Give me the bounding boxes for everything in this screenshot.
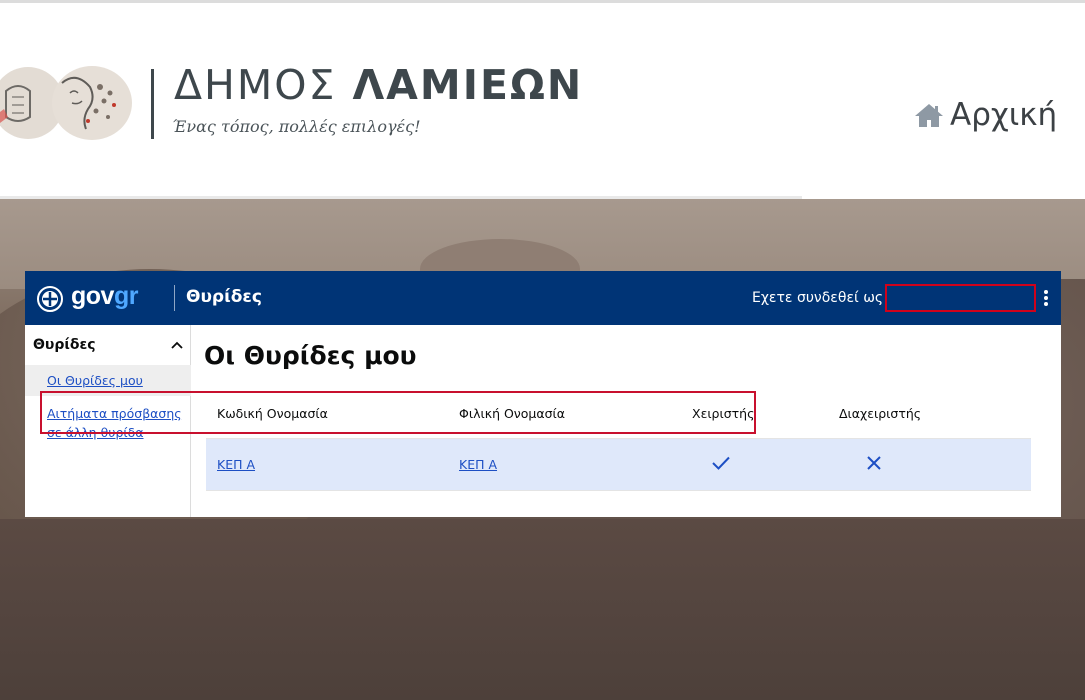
govgr-title-separator [174, 285, 175, 311]
row-highlight-annotation [40, 391, 756, 434]
friendly-name-link[interactable]: ΚΕΠ Α [459, 457, 497, 472]
cell-code-name: ΚΕΠ Α [217, 457, 255, 472]
govgr-logo-gov: gov [71, 282, 114, 310]
logged-in-label: Εχετε συνδεθεί ως [752, 290, 884, 306]
municipality-title-light: ΔΗΜΟΣ [174, 61, 337, 109]
cell-friendly-name: ΚΕΠ Α [459, 457, 497, 472]
home-label: Αρχική [950, 97, 1058, 133]
site-header: ΔΗΜΟΣ ΛΑΜΙΕΩΝ Ένας τόπος, πολλές επιλογέ… [0, 3, 1085, 199]
municipality-slogan: Ένας τόπος, πολλές επιλογές! [172, 117, 421, 136]
greek-coat-of-arms-icon [37, 286, 63, 312]
logged-in-user-field[interactable] [885, 284, 1036, 312]
govgr-mailbox-panel: govgr Θυρίδες Εχετε συνδεθεί ως Θυρίδες … [25, 271, 1061, 517]
municipality-title-bold: ΛΑΜΙΕΩΝ [352, 61, 584, 109]
govgr-logo-gr: gr [113, 282, 139, 310]
home-icon [915, 104, 943, 127]
check-icon [712, 456, 730, 470]
background-ground [0, 519, 1085, 700]
govgr-logo[interactable]: govgr [71, 282, 138, 311]
sidebar-heading: Θυρίδες [33, 337, 96, 353]
chevron-up-icon [171, 341, 183, 349]
page-title: Οι Θυρίδες μου [204, 341, 417, 370]
app-title: Θυρίδες [186, 287, 262, 307]
x-icon [867, 456, 881, 470]
column-header-admin: Διαχειριστής [839, 406, 922, 421]
municipality-title: ΔΗΜΟΣ ΛΑΜΙΕΩΝ [174, 61, 583, 111]
code-name-link[interactable]: ΚΕΠ Α [217, 457, 255, 472]
table-row[interactable]: ΚΕΠ Α ΚΕΠ Α [206, 439, 1031, 491]
govgr-top-bar: govgr Θυρίδες Εχετε συνδεθεί ως [25, 271, 1061, 325]
kebab-menu-icon[interactable] [1039, 287, 1053, 309]
sidebar-item-label[interactable]: Οι Θυρίδες μου [47, 373, 143, 388]
sidebar-section-header[interactable]: Θυρίδες [33, 334, 183, 356]
home-link[interactable]: Αρχική [914, 95, 1057, 135]
logo-divider [151, 69, 154, 139]
municipality-emblem-icon [0, 66, 132, 140]
